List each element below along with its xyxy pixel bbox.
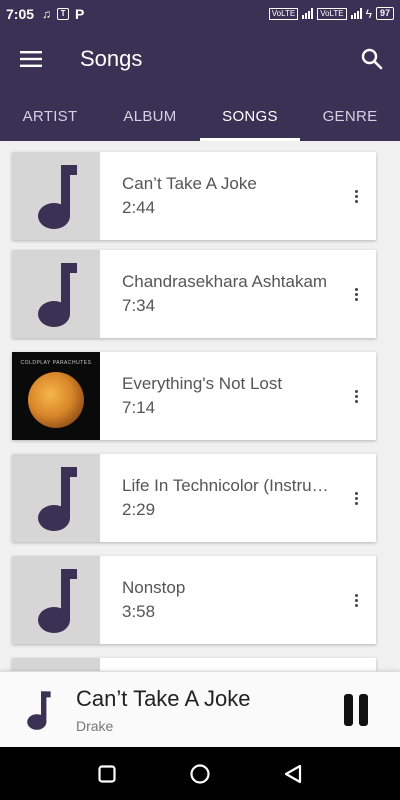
menu-button[interactable]: [0, 27, 62, 91]
music-note-icon: ♫: [42, 6, 52, 21]
now-playing-bar[interactable]: Can’t Take A Joke Drake: [0, 671, 400, 747]
music-note-icon: [27, 690, 51, 730]
song-title: Chandrasekhara Ashtakam: [122, 272, 328, 291]
t-app-icon: T: [57, 7, 70, 20]
song-duration: 2:29: [122, 500, 156, 519]
more-options-button[interactable]: [336, 152, 376, 240]
more-options-button[interactable]: [336, 250, 376, 338]
more-vert-icon: [354, 593, 358, 607]
recents-button[interactable]: [87, 754, 127, 794]
home-button[interactable]: [180, 754, 220, 794]
back-button[interactable]: [273, 754, 313, 794]
app-bar: Songs: [0, 27, 400, 91]
tab-artist[interactable]: ARTIST: [0, 91, 100, 141]
song-title: Everything's Not Lost: [122, 374, 283, 393]
volte-badge-2: VoLTE: [317, 7, 347, 20]
song-thumbnail: [12, 454, 100, 542]
album-art-planet: [28, 372, 84, 428]
search-button[interactable]: [344, 27, 400, 91]
signal-icon-1: [302, 8, 314, 19]
triangle-back-icon: [285, 764, 302, 783]
music-note-icon: [38, 165, 77, 229]
song-title: Nonstop: [122, 578, 186, 597]
more-vert-icon: [354, 189, 358, 203]
song-thumbnail: [12, 556, 100, 644]
album-art-text: COLDPLAY PARACHUTES: [20, 360, 92, 366]
song-item[interactable]: Life In Technicolor (Instrumental) 2:29: [12, 454, 376, 542]
pause-button[interactable]: [326, 680, 386, 740]
page-title: Songs: [80, 46, 143, 71]
tab-bar: ARTIST ALBUM SONGS GENRE: [0, 91, 400, 141]
song-title: Can’t Take A Joke: [122, 174, 257, 193]
system-nav-bar: [0, 747, 400, 800]
more-vert-icon: [354, 491, 358, 505]
song-thumbnail: [12, 658, 100, 671]
more-vert-icon: [354, 389, 358, 403]
now-playing-title: Can’t Take A Joke: [76, 685, 251, 711]
music-note-icon: [38, 467, 77, 531]
more-options-button[interactable]: [336, 352, 376, 440]
song-duration: 2:44: [122, 198, 156, 217]
tab-album[interactable]: ALBUM: [100, 91, 200, 141]
song-item[interactable]: Nonstop 3:58: [12, 556, 376, 644]
tab-songs[interactable]: SONGS: [200, 91, 300, 141]
more-vert-icon: [354, 287, 358, 301]
song-thumbnail: [12, 152, 100, 240]
tab-genre[interactable]: GENRE: [300, 91, 400, 141]
album-art-image: COLDPLAY PARACHUTES: [12, 352, 100, 440]
song-duration: 7:34: [122, 296, 156, 315]
song-item-partial[interactable]: [12, 658, 376, 671]
music-note-icon: [38, 569, 77, 633]
battery-icon: 97: [375, 7, 394, 20]
pause-icon: [341, 693, 371, 726]
now-playing-artist: Drake: [76, 717, 114, 734]
volte-badge-1: VoLTE: [268, 7, 299, 20]
charging-icon: ϟ: [365, 6, 372, 21]
music-note-icon: [38, 263, 77, 327]
hamburger-icon: [20, 51, 42, 67]
song-list[interactable]: Can’t Take A Joke 2:44 Chandrasekhara As…: [0, 141, 400, 671]
song-item[interactable]: Chandrasekhara Ashtakam 7:34: [12, 250, 376, 338]
search-icon: [361, 48, 383, 70]
more-options-button[interactable]: [336, 454, 376, 542]
song-item[interactable]: Can’t Take A Joke 2:44: [12, 152, 376, 240]
more-options-button[interactable]: [336, 556, 376, 644]
circle-icon: [190, 763, 210, 784]
song-duration: 7:14: [122, 398, 156, 417]
p-app-icon: P: [75, 5, 85, 22]
status-time: 7:05: [6, 5, 35, 22]
now-playing-art: [0, 672, 76, 748]
song-title: Life In Technicolor (Instrumental): [122, 476, 332, 495]
signal-icon-2: [350, 8, 362, 19]
square-icon: [98, 764, 116, 783]
song-item[interactable]: COLDPLAY PARACHUTES Everything's Not Los…: [12, 352, 376, 440]
song-thumbnail: [12, 250, 100, 338]
song-duration: 3:58: [122, 602, 156, 621]
status-bar: 7:05 ♫ T P VoLTE VoLTE ϟ 97: [0, 0, 400, 27]
